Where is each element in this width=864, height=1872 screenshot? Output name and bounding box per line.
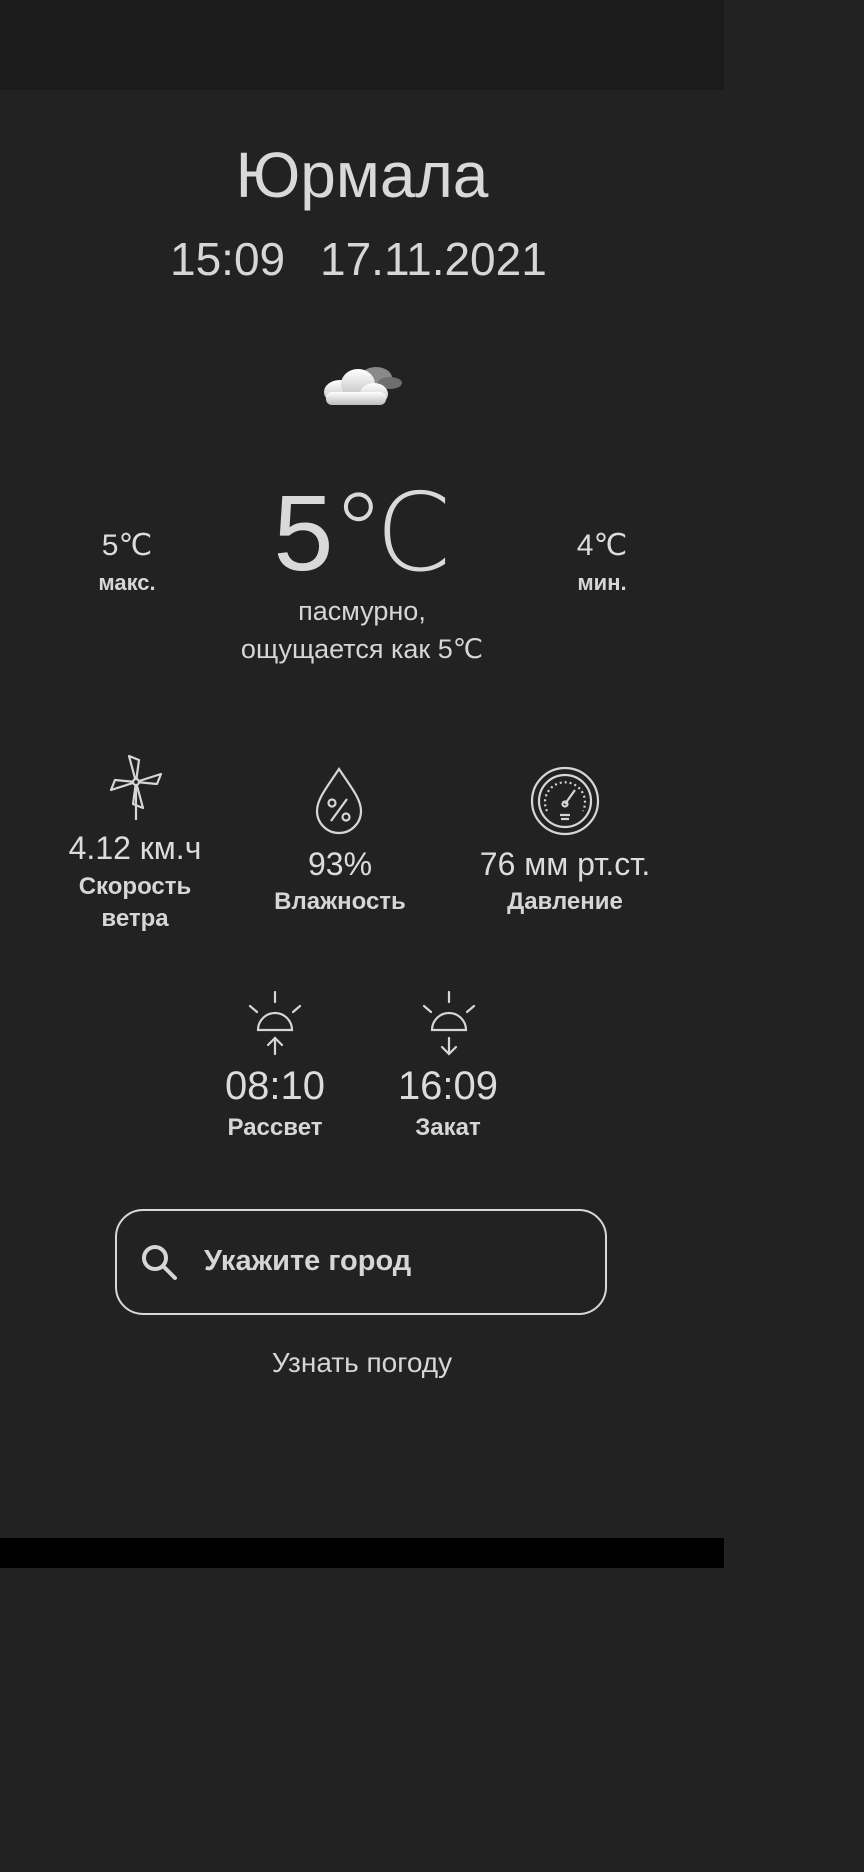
current-date: 17.11.2021	[320, 233, 547, 285]
city-name: Юрмала	[235, 139, 489, 211]
navigation-bar	[0, 1538, 724, 1568]
pressure-value: 76 мм рт.ст.	[479, 846, 651, 882]
sunrise-icon	[248, 990, 302, 1056]
humidity-label: Влажность	[274, 888, 406, 915]
sunset-label: Закат	[415, 1114, 481, 1141]
max-temp-label: макс.	[98, 570, 156, 595]
status-bar	[0, 0, 724, 90]
description-line-1: пасмурно,	[298, 596, 426, 626]
wind-speed-label: Скорость ветра	[35, 871, 235, 935]
pressure-label: Давление	[507, 888, 623, 915]
windmill-icon	[109, 754, 163, 820]
weather-description: пасмурно, ощущается как 5℃	[170, 592, 554, 668]
max-temp-value: 5℃	[101, 529, 153, 562]
sunrise-label: Рассвет	[227, 1114, 323, 1141]
description-line-2: ощущается как 5℃	[240, 634, 484, 664]
min-temp-value: 4℃	[576, 529, 628, 562]
city-search-input[interactable]	[200, 1236, 588, 1286]
get-weather-button[interactable]: Узнать погоду	[200, 1340, 524, 1386]
sunrise-time: 08:10	[224, 1064, 326, 1108]
cloudy-icon	[324, 367, 402, 405]
search-icon	[142, 1245, 177, 1280]
sunset-time: 16:09	[397, 1064, 499, 1108]
current-time: 15:09	[170, 233, 286, 285]
wind-speed-value: 4.12 км.ч	[68, 830, 202, 866]
sunset-icon	[422, 990, 476, 1056]
current-temperature: 5℃	[273, 472, 452, 593]
wind-label-line-2: ветра	[101, 905, 169, 932]
barometer-icon	[530, 766, 600, 836]
humidity-value: 93%	[307, 846, 373, 882]
humidity-drop-icon	[315, 767, 363, 835]
min-temp-label: мин.	[577, 570, 627, 595]
wind-label-line-1: Скорость	[78, 873, 192, 900]
